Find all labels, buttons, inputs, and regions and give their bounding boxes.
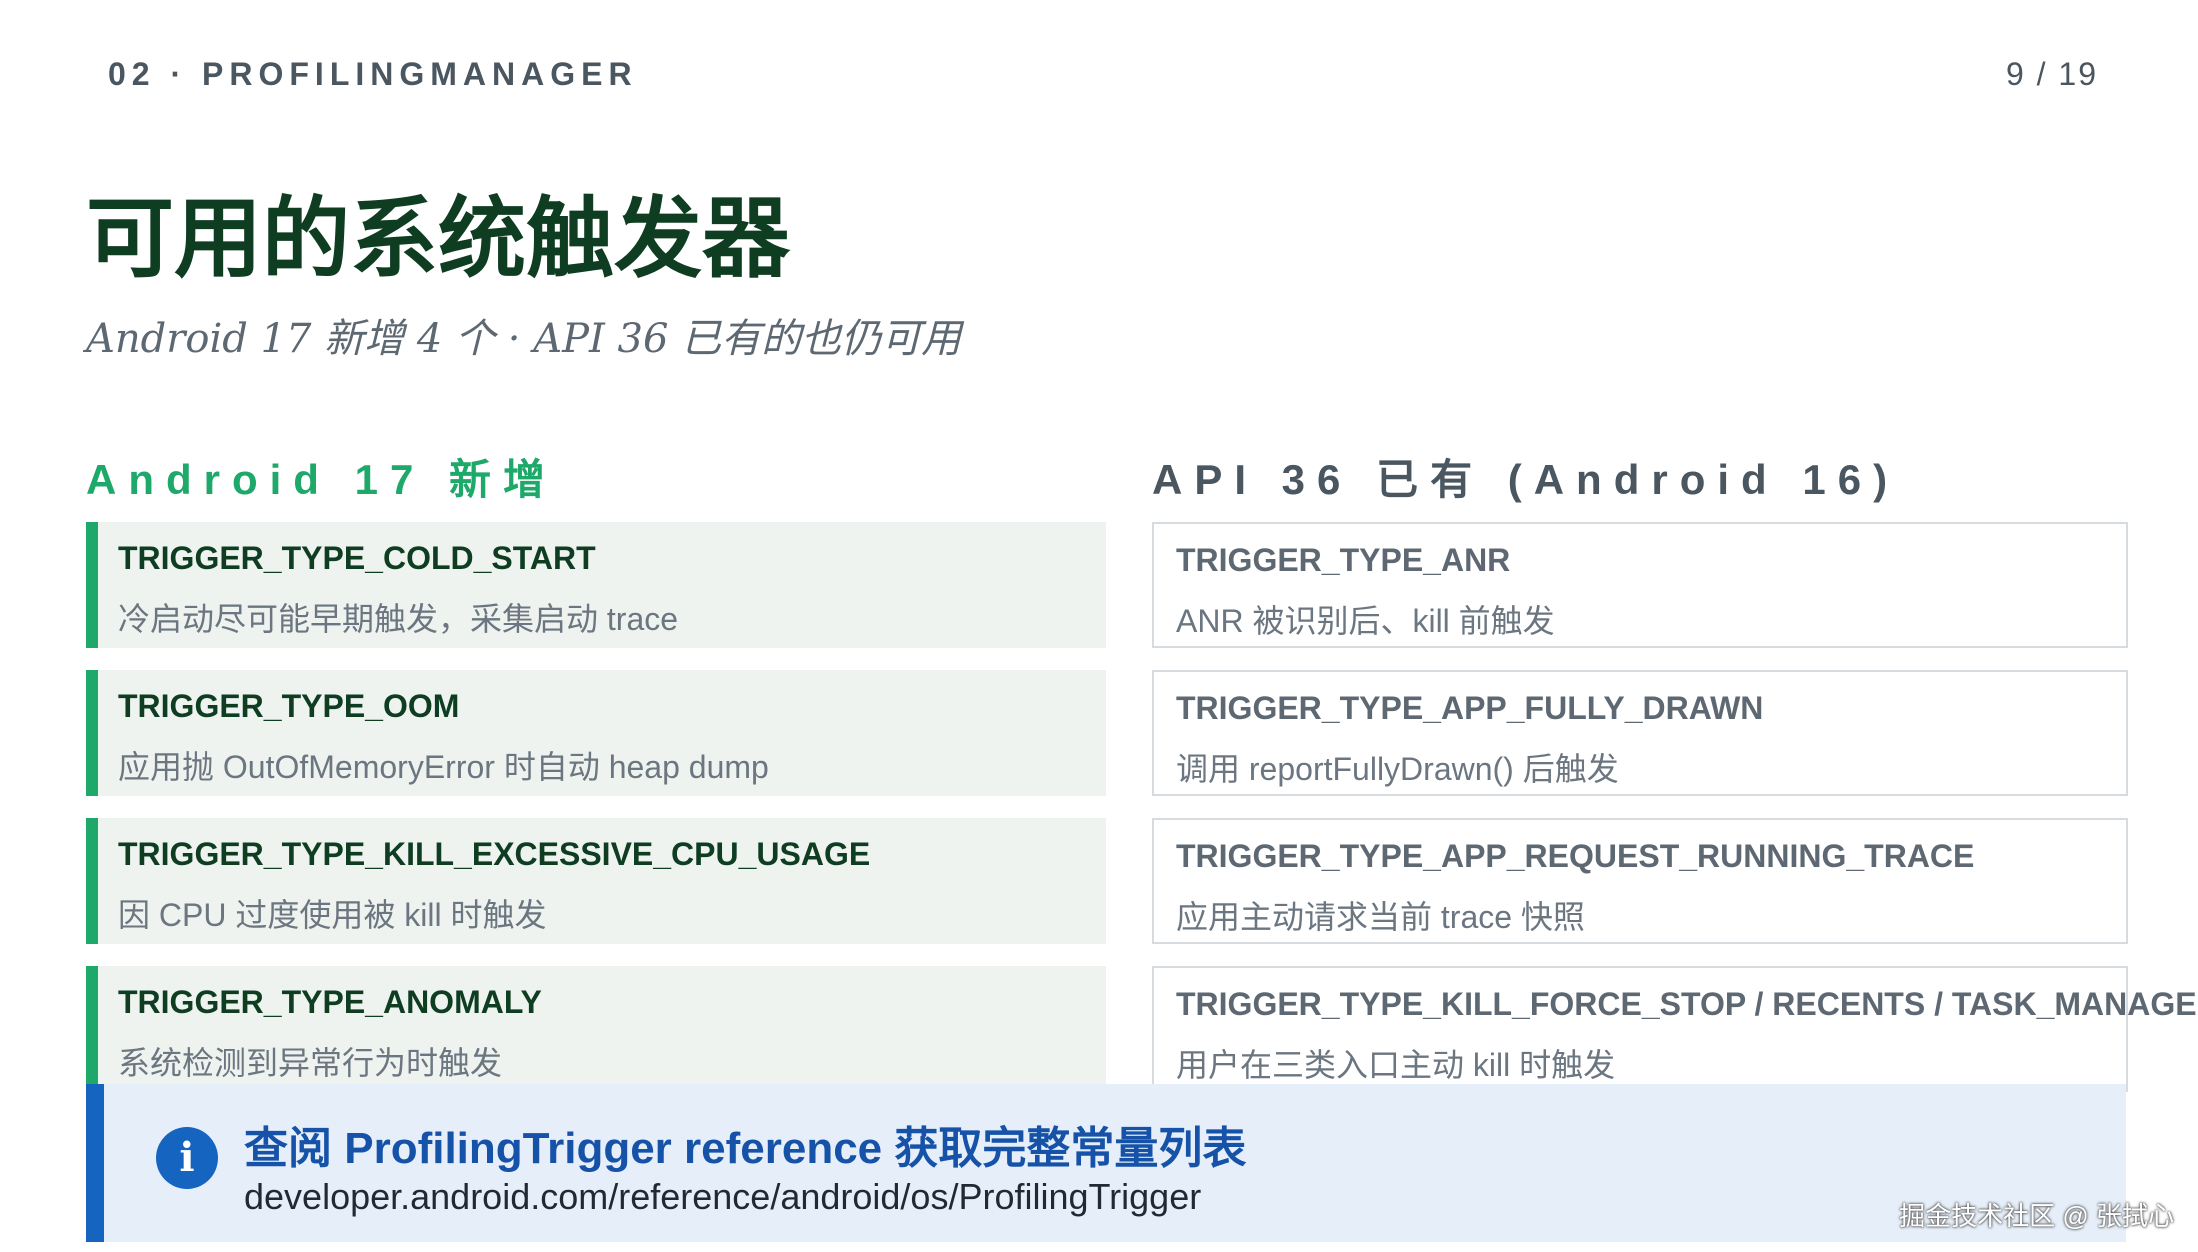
existing-trigger-card: TRIGGER_TYPE_ANR ANR 被识别后、kill 前触发 — [1152, 522, 2128, 648]
trigger-description: 应用抛 OutOfMemoryError 时自动 heap dump — [118, 749, 769, 785]
info-callout: i 查阅 ProfilingTrigger reference 获取完整常量列表… — [86, 1084, 2126, 1242]
trigger-description: 系统检测到异常行为时触发 — [118, 1045, 503, 1081]
section-label: 02 · PROFILINGMANAGER — [108, 56, 638, 92]
existing-column-heading: API 36 已有 (Android 16) — [1152, 456, 1900, 503]
existing-trigger-card: TRIGGER_TYPE_APP_REQUEST_RUNNING_TRACE 应… — [1152, 818, 2128, 944]
trigger-name: TRIGGER_TYPE_KILL_EXCESSIVE_CPU_USAGE — [118, 836, 871, 872]
trigger-description: ANR 被识别后、kill 前触发 — [1176, 603, 1555, 639]
existing-trigger-card: TRIGGER_TYPE_KILL_FORCE_STOP / RECENTS /… — [1152, 966, 2198, 1092]
info-icon: i — [156, 1127, 218, 1189]
top-bar: 02 · PROFILINGMANAGER 9 / 19 — [108, 56, 2098, 96]
page-subtitle: Android 17 新增 4 个 · API 36 已有的也仍可用 — [86, 316, 962, 362]
trigger-name: TRIGGER_TYPE_COLD_START — [118, 540, 596, 576]
reference-link[interactable]: developer.android.com/reference/android/… — [244, 1176, 1201, 1218]
trigger-name: TRIGGER_TYPE_APP_FULLY_DRAWN — [1176, 690, 1764, 726]
new-trigger-card: TRIGGER_TYPE_KILL_EXCESSIVE_CPU_USAGE 因 … — [86, 818, 1106, 944]
new-column-heading: Android 17 新增 — [86, 456, 558, 503]
page-title: 可用的系统触发器 — [86, 186, 791, 290]
trigger-name: TRIGGER_TYPE_ANOMALY — [118, 984, 542, 1020]
trigger-name: TRIGGER_TYPE_OOM — [118, 688, 460, 724]
trigger-description: 调用 reportFullyDrawn() 后触发 — [1176, 751, 1619, 787]
new-trigger-card: TRIGGER_TYPE_COLD_START 冷启动尽可能早期触发，采集启动 … — [86, 522, 1106, 648]
trigger-description: 应用主动请求当前 trace 快照 — [1176, 899, 1585, 935]
trigger-name: TRIGGER_TYPE_APP_REQUEST_RUNNING_TRACE — [1176, 838, 1975, 874]
watermark: 掘金技术社区 @ 张拭心 — [1899, 1201, 2174, 1231]
new-trigger-card: TRIGGER_TYPE_OOM 应用抛 OutOfMemoryError 时自… — [86, 670, 1106, 796]
trigger-name: TRIGGER_TYPE_ANR — [1176, 542, 1511, 578]
page-number: 9 / 19 — [2005, 56, 2098, 92]
trigger-description: 因 CPU 过度使用被 kill 时触发 — [118, 897, 547, 933]
trigger-description: 冷启动尽可能早期触发，采集启动 trace — [118, 601, 679, 637]
trigger-name: TRIGGER_TYPE_KILL_FORCE_STOP / RECENTS /… — [1176, 986, 2198, 1022]
trigger-description: 用户在三类入口主动 kill 时触发 — [1176, 1047, 1616, 1083]
info-title: 查阅 ProfilingTrigger reference 获取完整常量列表 — [244, 1124, 1247, 1173]
new-trigger-card: TRIGGER_TYPE_ANOMALY 系统检测到异常行为时触发 — [86, 966, 1106, 1092]
existing-trigger-card: TRIGGER_TYPE_APP_FULLY_DRAWN 调用 reportFu… — [1152, 670, 2128, 796]
